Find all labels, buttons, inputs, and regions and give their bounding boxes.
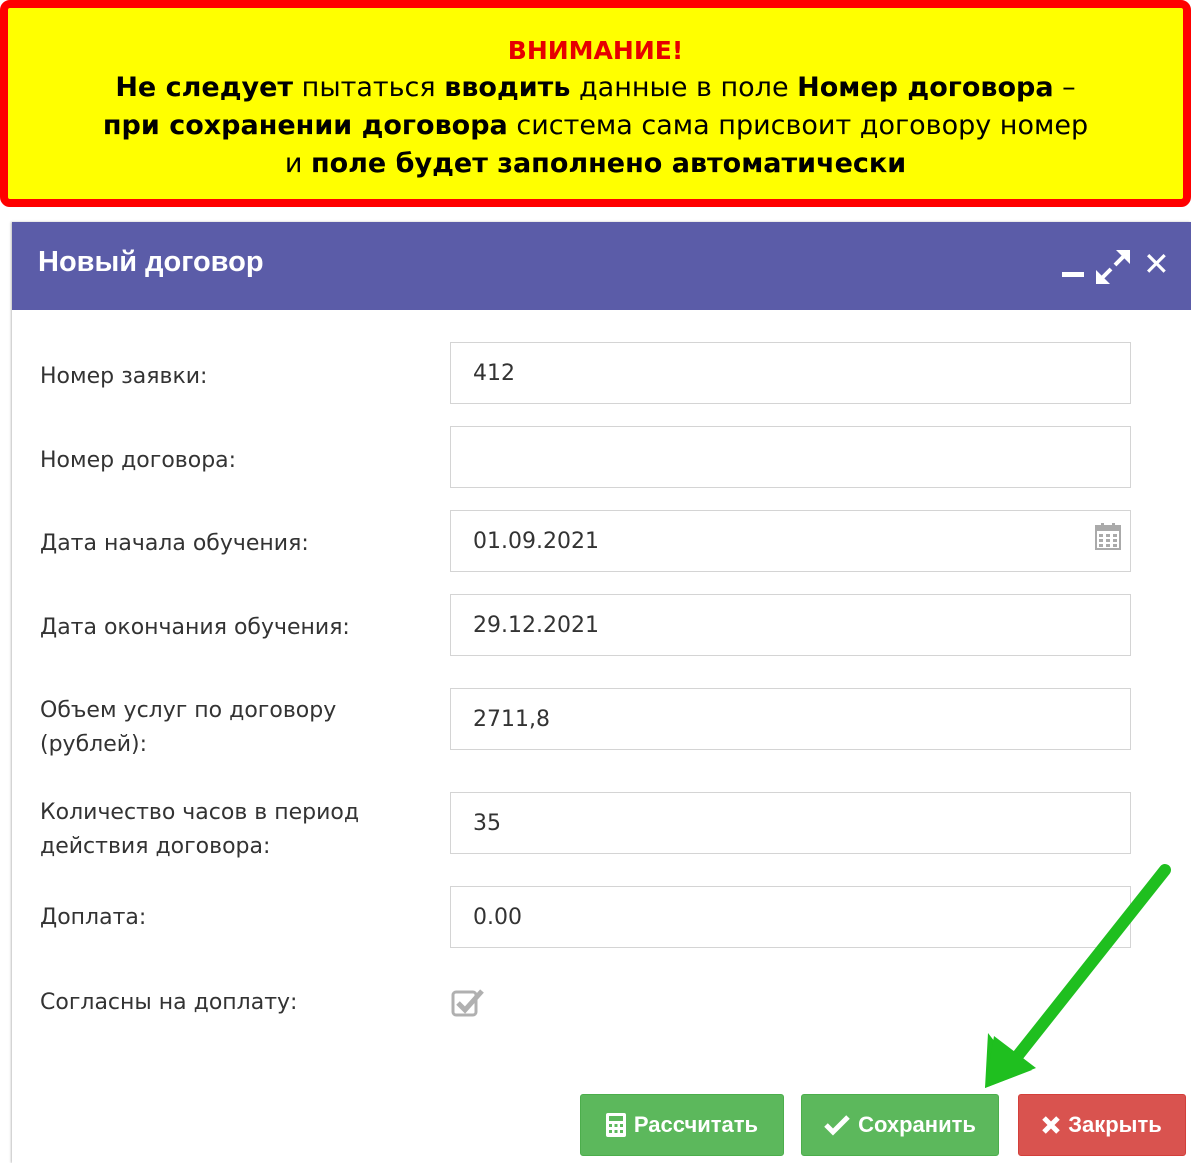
close-x-icon (1042, 1116, 1060, 1134)
services-volume-label-line: (рублей): (40, 732, 148, 757)
warning-text: Номер договора (797, 72, 1054, 103)
warning-text: система сама присвоит договору номер (507, 110, 1089, 141)
warning-title: ВНИМАНИЕ! (507, 36, 684, 65)
services-volume-label-line: Объем услуг по договору (40, 698, 337, 723)
close-button[interactable]: Закрыть (1018, 1094, 1186, 1156)
warning-text: вводить (444, 72, 571, 103)
dialog-title: Новый договор (38, 246, 264, 278)
warning-text: Не следует (115, 72, 294, 103)
hours-field[interactable] (450, 792, 1131, 854)
close-icon[interactable]: ✕ (1143, 244, 1170, 284)
warning-line-1: Не следует пытаться вводить данные в пол… (8, 69, 1183, 107)
start-date-field[interactable] (450, 510, 1131, 572)
contract-number-label: Номер договора: (40, 448, 237, 473)
agree-label: Согласны на доплату: (40, 990, 298, 1015)
warning-text: и (284, 148, 311, 179)
end-date-label: Дата окончания обучения: (40, 615, 350, 640)
warning-text: данные в поле (570, 72, 798, 103)
warning-text: при сохранении договора (102, 110, 508, 141)
surcharge-field[interactable] (450, 886, 1131, 948)
hours-label-line: действия договора: (40, 834, 271, 859)
hours-label: Количество часов в период действия догов… (40, 796, 359, 864)
save-button[interactable]: Сохранить (801, 1094, 999, 1156)
warning-line-3: и поле будет заполнено автоматически (8, 145, 1183, 183)
warning-text: пытаться (293, 72, 445, 103)
maximize-icon[interactable] (1096, 250, 1130, 284)
hours-label-line: Количество часов в период (40, 800, 360, 825)
check-icon (824, 1114, 850, 1136)
calculate-button[interactable]: Рассчитать (580, 1094, 784, 1156)
end-date-field[interactable] (450, 594, 1131, 656)
dialog-header: Новый договор ✕ (12, 222, 1191, 310)
minimize-icon[interactable] (1062, 272, 1084, 277)
calculate-button-label: Рассчитать (633, 1112, 759, 1137)
start-date-label: Дата начала обучения: (40, 531, 309, 556)
new-contract-dialog: Новый договор ✕ Номер заявки: Номер дого… (12, 222, 1191, 1163)
calculator-icon (605, 1113, 626, 1137)
services-volume-label: Объем услуг по договору (рублей): (40, 694, 336, 762)
warning-banner: ВНИМАНИЕ! Не следует пытаться вводить да… (0, 0, 1191, 207)
warning-line-2: при сохранении договора система сама при… (8, 107, 1183, 145)
surcharge-label: Доплата: (40, 905, 147, 930)
request-number-field[interactable] (450, 342, 1131, 404)
calendar-icon[interactable] (1094, 523, 1122, 551)
save-button-label: Сохранить (858, 1112, 976, 1137)
close-button-label: Закрыть (1068, 1112, 1162, 1137)
warning-text: – (1053, 72, 1076, 103)
warning-text: поле будет заполнено автоматически (310, 148, 907, 179)
request-number-label: Номер заявки: (40, 364, 208, 389)
services-volume-field[interactable] (450, 688, 1131, 750)
agree-checkbox[interactable] (450, 986, 484, 1020)
contract-number-field[interactable] (450, 426, 1131, 488)
